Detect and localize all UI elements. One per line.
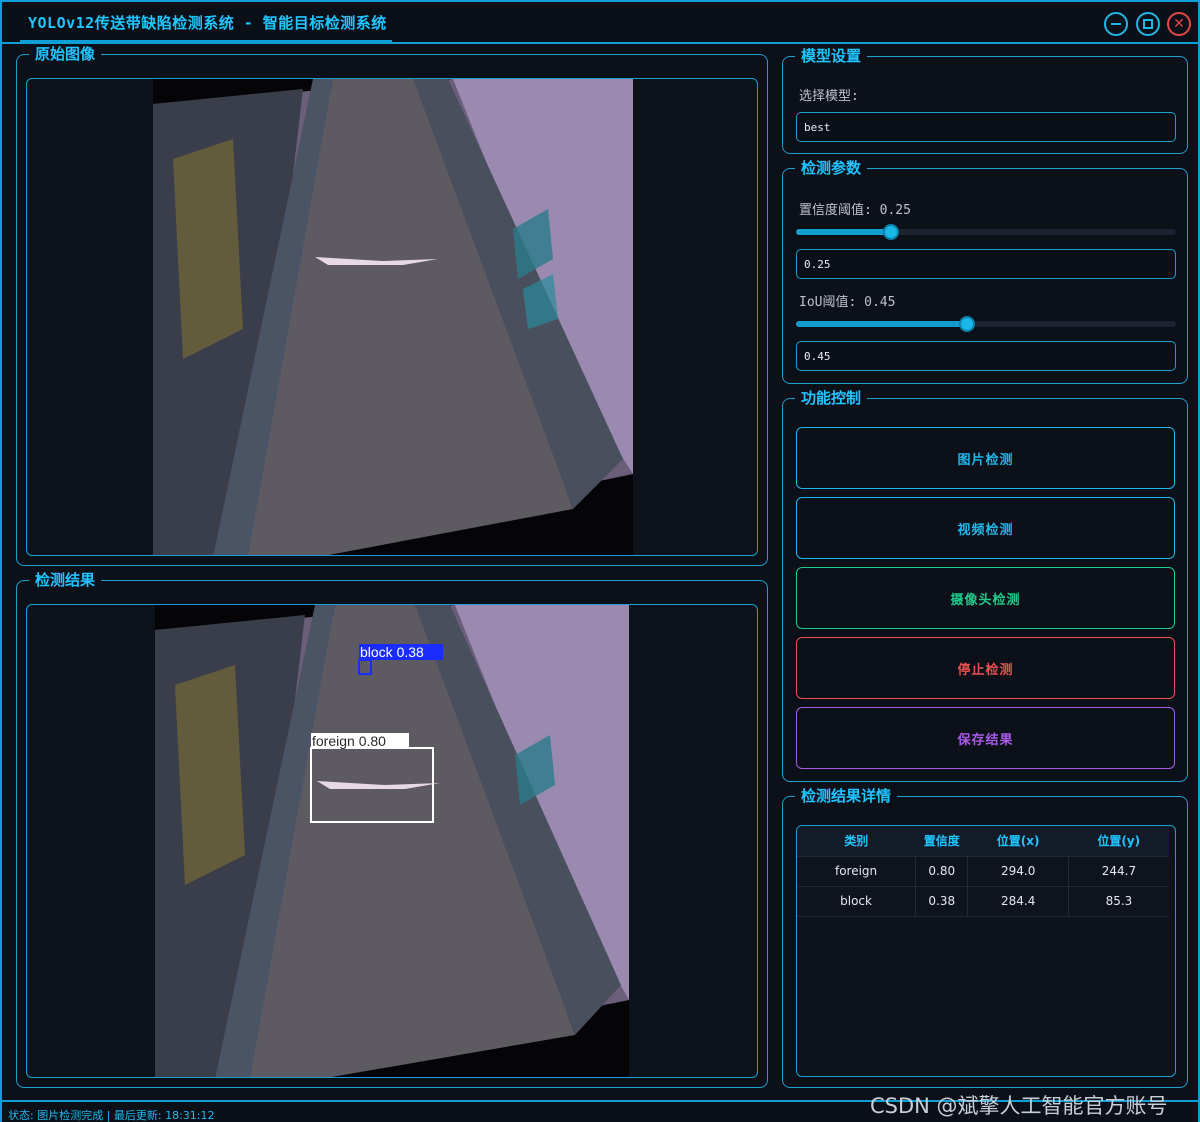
maximize-button[interactable] (1136, 12, 1160, 36)
original-image-title: 原始图像 (29, 45, 102, 63)
close-icon: ✕ (1173, 16, 1185, 32)
minimize-button[interactable] (1104, 12, 1128, 36)
model-select[interactable]: best (796, 112, 1176, 142)
function-control-title: 功能控制 (795, 389, 868, 407)
confidence-label: 置信度阈值: 0.25 (799, 203, 911, 218)
original-image-frame (26, 78, 758, 556)
cell-class: block (797, 886, 917, 917)
watermark: CSDN @斌擎人工智能官方账号 (870, 1094, 1168, 1118)
image-detect-button[interactable]: 图片检测 (796, 427, 1175, 489)
detection-label-foreign: foreign 0.80 (312, 733, 386, 749)
function-control-panel: 功能控制 图片检测 视频检测 摄像头检测 停止检测 保存结果 (782, 389, 1188, 782)
details-table-frame: 类别 置信度 位置(x) 位置(y) foreign 0.80 294.0 24… (796, 825, 1176, 1077)
confidence-slider[interactable] (796, 224, 1176, 240)
status-text: 状态: 图片检测完成 | 最后更新: 18:31:12 (8, 1109, 215, 1122)
save-result-button[interactable]: 保存结果 (796, 707, 1175, 769)
window-title: YOLOv12传送带缺陷检测系统 - 智能目标检测系统 (28, 14, 387, 32)
detection-label-block: block 0.38 (360, 644, 424, 660)
detection-details-title: 检测结果详情 (795, 787, 898, 805)
table-row[interactable]: block 0.38 284.4 85.3 (797, 886, 1169, 917)
original-image-panel: 原始图像 (16, 45, 768, 566)
video-detect-button[interactable]: 视频检测 (796, 497, 1175, 559)
table-row[interactable]: foreign 0.80 294.0 244.7 (797, 856, 1169, 887)
stop-detect-button[interactable]: 停止检测 (796, 637, 1175, 699)
cell-confidence: 0.38 (915, 886, 969, 917)
cell-confidence: 0.80 (915, 856, 969, 887)
iou-input[interactable]: 0.45 (796, 341, 1176, 371)
detection-result-frame: block 0.38 foreign 0.80 (26, 604, 758, 1078)
model-select-label: 选择模型: (799, 89, 859, 104)
detection-result-panel: 检测结果 block 0.38 foreign 0.80 (16, 571, 768, 1088)
title-bar[interactable]: YOLOv12传送带缺陷检测系统 - 智能目标检测系统 ✕ (2, 2, 1198, 44)
header-x[interactable]: 位置(x) (967, 826, 1069, 857)
header-y[interactable]: 位置(y) (1068, 826, 1169, 857)
close-button[interactable]: ✕ (1167, 12, 1191, 36)
title-underline (20, 40, 392, 43)
header-confidence[interactable]: 置信度 (915, 826, 968, 857)
cell-x: 294.0 (967, 856, 1069, 887)
confidence-slider-handle[interactable] (883, 224, 899, 240)
maximize-icon (1143, 19, 1153, 29)
cell-x: 284.4 (967, 886, 1069, 917)
detection-params-panel: 检测参数 置信度阈值: 0.25 0.25 IoU阈值: 0.45 0.45 (782, 159, 1188, 384)
confidence-input[interactable]: 0.25 (796, 249, 1176, 279)
iou-slider[interactable] (796, 316, 1176, 332)
minimize-icon (1111, 23, 1121, 25)
app-window: YOLOv12传送带缺陷检测系统 - 智能目标检测系统 ✕ 原始图像 检测结果 … (0, 0, 1200, 1122)
original-image (153, 79, 633, 555)
cell-y: 85.3 (1068, 886, 1169, 917)
confidence-slider-fill (796, 229, 891, 235)
iou-slider-fill (796, 321, 967, 327)
iou-slider-handle[interactable] (959, 316, 975, 332)
cell-class: foreign (797, 856, 917, 887)
model-settings-title: 模型设置 (795, 47, 868, 65)
model-settings-panel: 模型设置 选择模型: best (782, 47, 1188, 154)
detection-details-panel: 检测结果详情 类别 置信度 位置(x) 位置(y) foreign 0.80 2… (782, 787, 1188, 1088)
header-class[interactable]: 类别 (797, 826, 916, 857)
detection-params-title: 检测参数 (795, 159, 868, 177)
details-table: 类别 置信度 位置(x) 位置(y) foreign 0.80 294.0 24… (797, 826, 1169, 917)
camera-detect-button[interactable]: 摄像头检测 (796, 567, 1175, 629)
table-header-row: 类别 置信度 位置(x) 位置(y) (797, 826, 1169, 857)
result-image: block 0.38 foreign 0.80 (155, 605, 629, 1077)
cell-y: 244.7 (1068, 856, 1169, 887)
iou-label: IoU阈值: 0.45 (799, 295, 896, 310)
detection-result-title: 检测结果 (29, 571, 102, 589)
